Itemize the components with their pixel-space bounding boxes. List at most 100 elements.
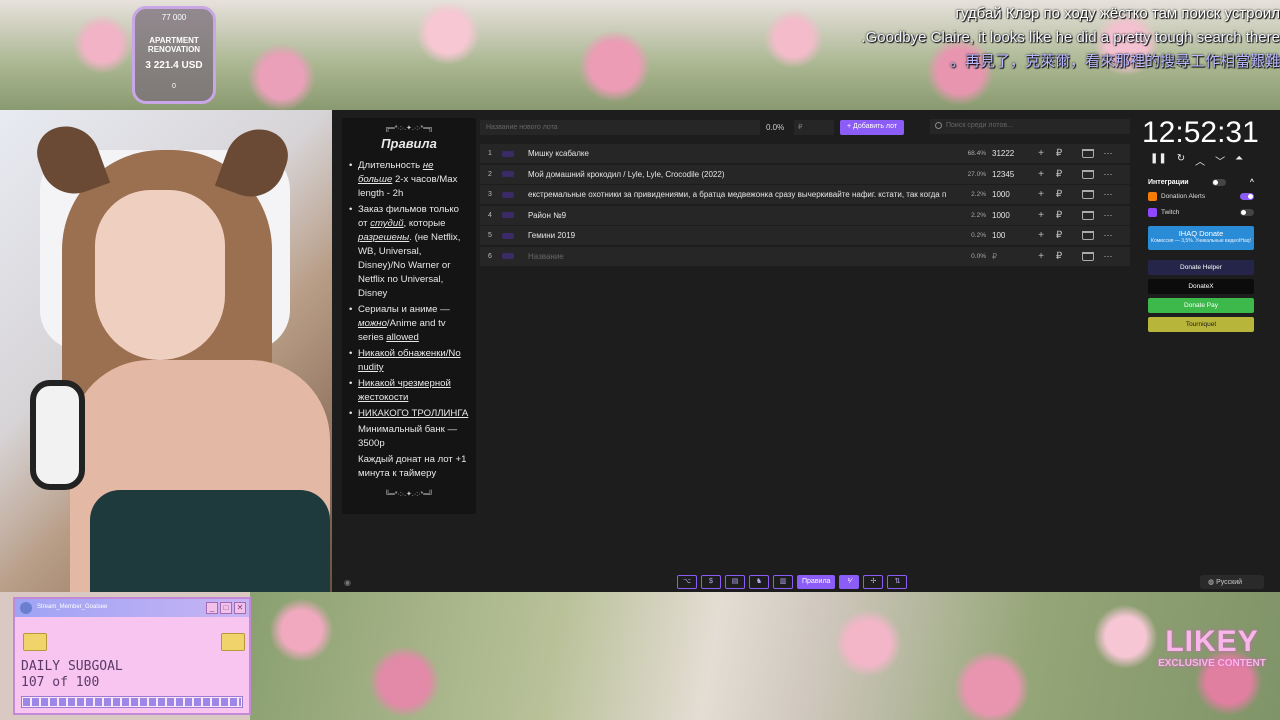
chevron-down-icon[interactable]: ﹀ <box>1215 153 1225 168</box>
lot-row[interactable]: 6 Название 0.0% ₽ + ₽ ⋯ <box>480 246 1130 266</box>
drag-handle-icon[interactable] <box>502 150 514 157</box>
tourniquet-button[interactable]: Tourniquet <box>1148 317 1254 332</box>
language-label: Русский <box>1216 579 1243 586</box>
lot-index: 6 <box>488 252 492 260</box>
lot-title[interactable]: Мой домашний крокодил / Lyle, Lyle, Croc… <box>528 170 954 179</box>
collapse-icon[interactable]: ^ <box>1250 179 1254 186</box>
add-amount-button[interactable]: + <box>1032 169 1050 180</box>
drag-handle-icon[interactable] <box>502 171 514 178</box>
ihaq-title: IHAQ Donate <box>1178 229 1224 238</box>
trash-icon[interactable] <box>1082 231 1094 241</box>
donate-pay-button[interactable]: Donate Pay <box>1148 298 1254 313</box>
currency-button[interactable]: ₽ <box>1050 148 1068 159</box>
integrations-toggle[interactable] <box>1212 178 1227 186</box>
auction-timer: 12:52:31 <box>1142 116 1259 149</box>
more-icon[interactable]: ⋯ <box>1098 210 1118 221</box>
add-amount-button[interactable]: + <box>1032 251 1050 262</box>
add-amount-button[interactable]: + <box>1032 189 1050 200</box>
add-lot-button[interactable]: + Добавить лот <box>840 120 905 135</box>
window-buttons: _ □ ✕ <box>206 602 246 614</box>
wheel-button[interactable]: ♞ <box>749 575 769 589</box>
microphone <box>30 380 85 490</box>
lot-search-input[interactable]: Поиск среди лотов... <box>930 119 1130 134</box>
add-amount-button[interactable]: + <box>1032 148 1050 159</box>
currency-button[interactable]: ₽ <box>1050 189 1068 200</box>
envelope-icon <box>221 633 245 651</box>
rules-decoration-bottom: ╚═*·:·.✦.·:·*═╝ <box>384 491 434 498</box>
trash-icon[interactable] <box>1082 190 1094 200</box>
lot-amount[interactable]: ₽ <box>992 252 1032 261</box>
move-button[interactable]: ✢ <box>863 575 884 589</box>
streamer-top <box>90 490 330 592</box>
drag-handle-icon[interactable] <box>502 253 514 260</box>
twitch-icon <box>1148 207 1157 217</box>
subtitle-zh: 。再見了，克萊爾，看來那裡的搜尋工作相當艱難 <box>949 53 1280 70</box>
trash-icon[interactable] <box>1082 251 1094 261</box>
currency-button[interactable]: ₽ <box>1050 230 1068 241</box>
donate-helper-button[interactable]: Donate Helper <box>1148 260 1254 275</box>
daily-subgoal-widget: Stream_Member_Goalsee _ □ ✕ DAILY SUBGOA… <box>13 597 251 715</box>
background-garden-bottom <box>250 592 1280 720</box>
lot-row[interactable]: 2 Мой домашний крокодил / Lyle, Lyle, Cr… <box>480 164 1130 184</box>
chevron-up-icon[interactable]: ︿ <box>1195 153 1205 168</box>
more-icon[interactable]: ⋯ <box>1098 189 1118 200</box>
layout-button[interactable]: ▥ <box>773 575 793 589</box>
new-lot-percent: 0.0% <box>766 123 785 132</box>
globe-icon <box>20 602 32 614</box>
ihaq-donate-button[interactable]: IHAQ Donate Комиссия — 3,5%. Уникальные … <box>1148 226 1254 250</box>
streamer-face <box>95 190 225 360</box>
percent-button[interactable]: ⅟ <box>839 575 860 589</box>
rules-decoration-top: ╔═*·:·.✦.·:·*═╗ <box>384 125 434 132</box>
eye-icon[interactable]: ◉ <box>344 578 351 587</box>
trash-icon[interactable] <box>1082 210 1094 220</box>
drag-handle-icon[interactable] <box>502 212 514 219</box>
drag-handle-icon[interactable] <box>502 232 514 239</box>
lot-amount[interactable]: 12345 <box>992 170 1032 179</box>
twitch-toggle[interactable] <box>1240 208 1254 216</box>
reset-icon[interactable]: ↻ <box>1177 153 1185 168</box>
lot-row[interactable]: 4 Район №9 2.2% 1000 + ₽ ⋯ <box>480 205 1130 225</box>
lot-amount[interactable]: 1000 <box>992 190 1032 199</box>
new-lot-name-input[interactable] <box>480 120 760 135</box>
maximize-icon: □ <box>220 602 232 614</box>
trash-icon[interactable] <box>1082 169 1094 179</box>
add-amount-button[interactable]: + <box>1032 230 1050 241</box>
lot-row[interactable]: 5 Гемини 2019 0.2% 100 + ₽ ⋯ <box>480 226 1130 246</box>
add-amount-button[interactable]: + <box>1032 210 1050 221</box>
trash-icon[interactable] <box>1082 149 1094 158</box>
integration-name: Donation Alerts <box>1161 192 1206 200</box>
currency-button[interactable]: ₽ <box>1050 251 1068 262</box>
new-lot-amount-input[interactable]: ₽ <box>794 120 834 135</box>
lot-title[interactable]: Район №9 <box>528 211 954 220</box>
lot-row[interactable]: 1 Мишку ксабалке 68.4% 31222 + ₽ ⋯ <box>480 144 1130 163</box>
more-icon[interactable]: ⋯ <box>1098 148 1118 159</box>
donatex-button[interactable]: DonateX <box>1148 279 1254 294</box>
language-select[interactable]: ◍ Русский <box>1200 575 1264 589</box>
integration-name: Twitch <box>1161 208 1180 216</box>
likey-promo: LIKEY EXCLUSIVE CONTENT <box>1148 626 1276 684</box>
pause-icon[interactable]: ❚❚ <box>1150 153 1167 168</box>
dollar-button[interactable]: $ <box>701 575 721 589</box>
lot-row[interactable]: 3 екстремальные охотники за привидениями… <box>480 185 1130 205</box>
more-icon[interactable]: ⋯ <box>1098 230 1118 241</box>
github-button[interactable]: ⌥ <box>677 575 697 589</box>
lot-amount[interactable]: 31222 <box>992 149 1032 158</box>
subtitle-ru: гудбай Клэр по ходу жёстко там поиск уст… <box>955 5 1280 22</box>
currency-button[interactable]: ₽ <box>1050 169 1068 180</box>
lot-title[interactable]: Гемини 2019 <box>528 231 954 240</box>
history-button[interactable]: ▤ <box>725 575 745 589</box>
more-icon[interactable]: ⋯ <box>1098 251 1118 262</box>
double-up-icon[interactable]: ⏶ <box>1235 153 1243 168</box>
search-placeholder: Поиск среди лотов... <box>946 122 1013 129</box>
sort-button[interactable]: ⇅ <box>887 575 908 589</box>
donation-alerts-toggle[interactable] <box>1240 192 1254 200</box>
lot-title[interactable]: Мишку ксабалке <box>528 149 954 158</box>
currency-button[interactable]: ₽ <box>1050 210 1068 221</box>
lot-title[interactable]: Название <box>528 252 954 261</box>
rules-button[interactable]: Правила <box>797 575 836 589</box>
drag-handle-icon[interactable] <box>502 191 514 198</box>
lot-title[interactable]: екстремальные охотники за привидениями, … <box>528 190 954 199</box>
more-icon[interactable]: ⋯ <box>1098 169 1118 180</box>
lot-amount[interactable]: 100 <box>992 231 1032 240</box>
lot-amount[interactable]: 1000 <box>992 211 1032 220</box>
